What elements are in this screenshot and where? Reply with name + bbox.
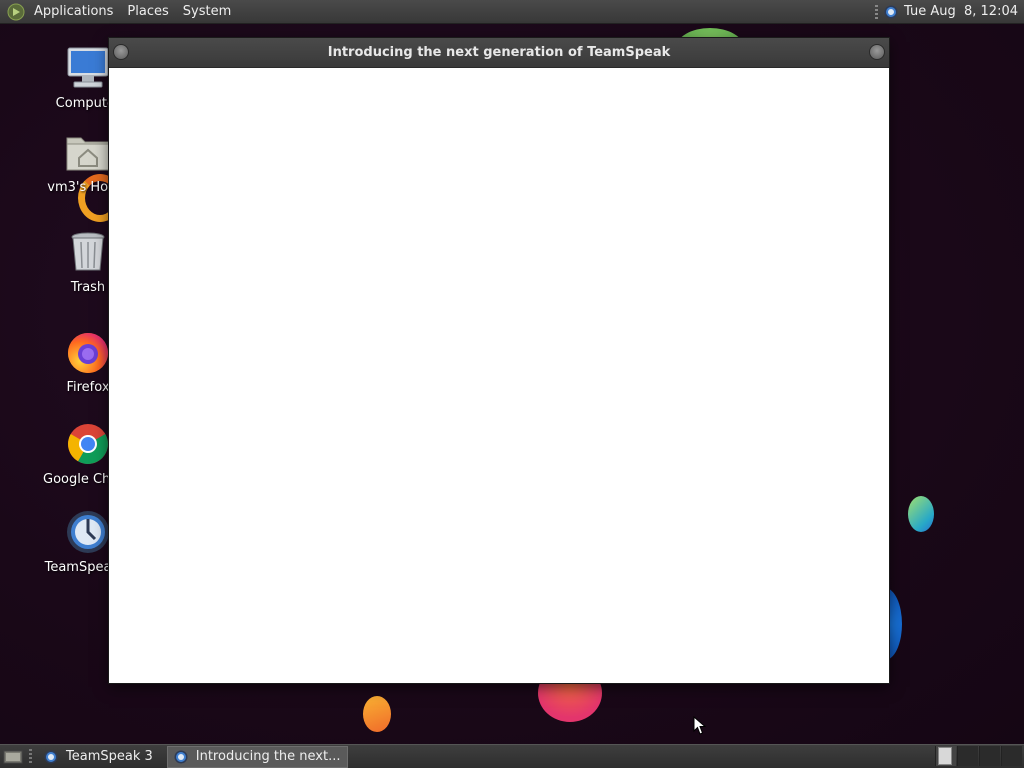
teamspeak-icon — [174, 750, 188, 763]
show-desktop-icon[interactable] — [3, 749, 23, 765]
wallpaper-teal-blob — [908, 496, 934, 532]
chrome-icon — [68, 424, 108, 464]
menu-system[interactable]: System — [177, 0, 239, 24]
computer-icon — [67, 47, 109, 88]
teamspeak-icon — [67, 511, 109, 553]
window-title: Introducing the next generation of TeamS… — [327, 45, 671, 60]
window-titlebar[interactable]: Introducing the next generation of TeamS… — [109, 38, 889, 68]
wallpaper-orange-blob — [363, 696, 391, 732]
menu-places[interactable]: Places — [121, 0, 176, 24]
window-close-button[interactable] — [869, 44, 885, 60]
panel-separator — [875, 4, 878, 19]
top-panel: Applications Places System Tue Aug 8, 12… — [0, 0, 1024, 24]
menu-applications[interactable]: Applications — [32, 0, 121, 24]
workspace-1[interactable] — [935, 745, 956, 766]
taskbar-item-label: Introducing the next... — [195, 749, 341, 764]
clock[interactable]: Tue Aug 8, 12:04 — [904, 4, 1018, 19]
window-content-area[interactable] — [109, 68, 889, 683]
taskbar-item-intro-window[interactable]: Introducing the next... — [166, 745, 348, 768]
workspace-4[interactable] — [1001, 745, 1022, 766]
teamspeak-intro-window: Introducing the next generation of TeamS… — [109, 38, 889, 683]
trash-icon — [71, 232, 105, 271]
window-menu-button[interactable] — [113, 44, 129, 60]
taskbar-item-label: TeamSpeak 3 — [66, 749, 153, 764]
workspace-2[interactable] — [957, 745, 978, 766]
taskbar-item-teamspeak[interactable]: TeamSpeak 3 — [38, 746, 159, 768]
workspace-3[interactable] — [979, 745, 1000, 766]
taskbar-separator — [29, 748, 32, 765]
bottom-panel: TeamSpeak 3 Introducing the next... — [0, 744, 1024, 768]
distro-logo-icon[interactable] — [6, 2, 26, 22]
home-folder-icon — [66, 137, 110, 171]
workspace-switcher[interactable] — [934, 745, 1022, 768]
teamspeak-tray-icon[interactable] — [884, 5, 898, 19]
mouse-cursor-icon — [693, 716, 707, 735]
teamspeak-icon — [44, 750, 58, 763]
firefox-icon — [68, 333, 108, 373]
workspace-window-thumbnail — [938, 746, 952, 765]
